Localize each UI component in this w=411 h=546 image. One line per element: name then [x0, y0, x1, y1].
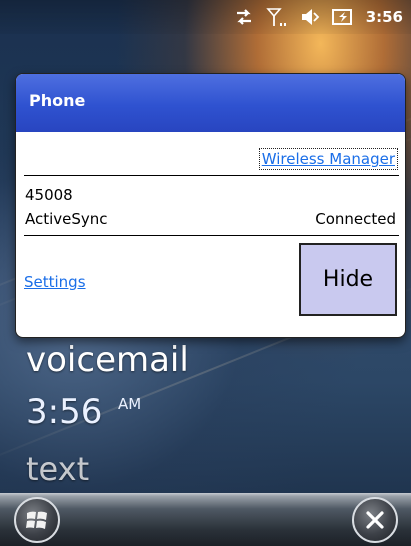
wireless-manager-link[interactable]: Wireless Manager: [258, 148, 398, 170]
activesync-status: Connected: [315, 210, 396, 228]
close-icon: [363, 508, 387, 532]
popup-header: Phone: [16, 74, 405, 132]
softkey-bar: [0, 493, 411, 546]
data-connection-icon[interactable]: [234, 7, 254, 27]
home-am-pm: AM: [118, 395, 142, 413]
battery-charging-icon[interactable]: [331, 7, 354, 27]
start-icon: [24, 507, 50, 533]
divider: [24, 235, 399, 236]
home-time[interactable]: 3:56: [26, 392, 102, 432]
popup-title: Phone: [29, 91, 86, 110]
close-button[interactable]: [352, 497, 398, 543]
start-button[interactable]: [14, 497, 60, 543]
status-bar: 3:56: [0, 0, 411, 34]
signal-strength-icon[interactable]: [265, 7, 288, 27]
phone-popup: Phone Wireless Manager 45008 ActiveSync …: [15, 73, 406, 338]
home-text[interactable]: text: [26, 450, 89, 488]
divider: [24, 175, 399, 176]
status-icons: 3:56: [234, 6, 403, 28]
settings-link[interactable]: Settings: [24, 273, 86, 291]
home-voicemail[interactable]: voicemail: [26, 340, 189, 380]
activesync-label: ActiveSync: [25, 210, 108, 228]
hide-button[interactable]: Hide: [299, 243, 397, 316]
status-clock[interactable]: 3:56: [366, 8, 403, 26]
volume-icon[interactable]: [300, 7, 320, 27]
carrier-name: 45008: [25, 186, 73, 204]
